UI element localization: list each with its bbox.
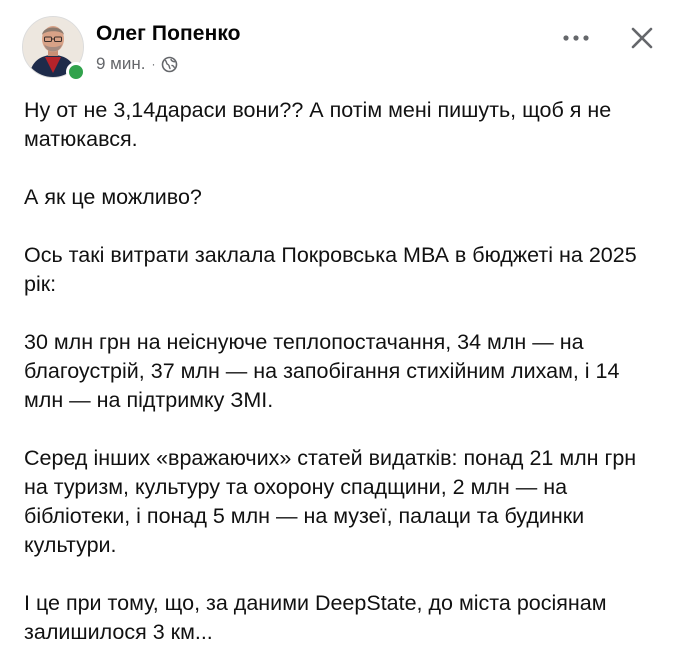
facebook-post: Олег Попенко 9 мин. · Ну от не 3,14дарас… xyxy=(0,0,680,647)
post-body: Ну от не 3,14дараси вони?? А потім мені … xyxy=(24,96,664,647)
online-status-indicator xyxy=(66,62,86,82)
globe-icon[interactable] xyxy=(161,56,178,73)
post-paragraph: І це при тому, що, за даними DeepState, … xyxy=(24,591,607,644)
post-paragraph: Ось такі витрати заклала Покровська МВА … xyxy=(24,243,637,296)
post-paragraph: А як це можливо? xyxy=(24,185,202,209)
post-meta: 9 мин. · xyxy=(96,54,178,74)
post-paragraph: 30 млн грн на неіснуюче теплопостачання,… xyxy=(24,330,620,412)
post-paragraph: Серед інших «вражаючих» статей видатків:… xyxy=(24,446,637,557)
author-name[interactable]: Олег Попенко xyxy=(96,22,241,46)
close-icon xyxy=(631,27,653,49)
meta-separator: · xyxy=(151,57,156,71)
more-options-button[interactable] xyxy=(558,24,594,52)
post-header: Олег Попенко 9 мин. · xyxy=(22,16,662,84)
more-horizontal-icon xyxy=(563,35,589,41)
post-timestamp[interactable]: 9 мин. xyxy=(96,54,145,74)
author-avatar[interactable] xyxy=(22,16,86,82)
post-paragraph: Ну от не 3,14дараси вони?? А потім мені … xyxy=(24,98,612,151)
close-post-button[interactable] xyxy=(626,22,658,54)
